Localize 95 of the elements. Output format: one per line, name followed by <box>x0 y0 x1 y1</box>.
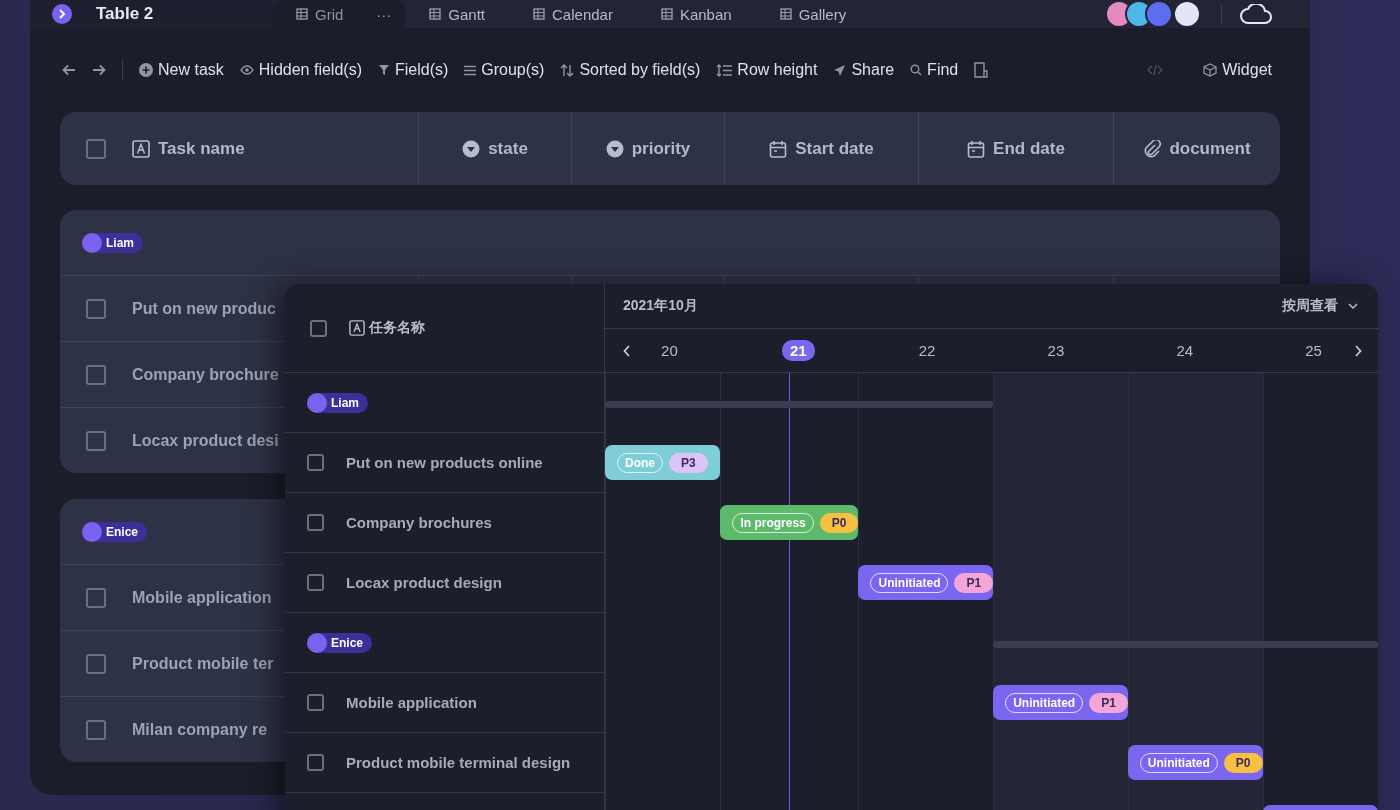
chevron-down-icon <box>1348 303 1358 309</box>
checkbox[interactable] <box>86 364 106 385</box>
view-tab[interactable]: Gallery <box>755 0 871 28</box>
paperclip-icon <box>1143 139 1162 158</box>
priority-tag: P0 <box>819 512 859 533</box>
table-cell: Product mobile ter <box>132 654 274 673</box>
column-header[interactable]: state <box>488 138 528 159</box>
task-bar[interactable]: Uninitiated P1 <box>993 685 1128 720</box>
view-tab[interactable]: Kanban <box>636 0 756 28</box>
calendar-icon <box>769 139 788 158</box>
month-label: 2021年10月 <box>623 297 698 315</box>
cube-icon <box>1203 63 1218 77</box>
priority-tag: P0 <box>1223 752 1263 773</box>
task-name: Put on new products online <box>346 454 543 471</box>
eye-icon <box>239 65 254 75</box>
text-field-icon <box>132 139 150 158</box>
chevron-right-icon[interactable] <box>1354 345 1362 357</box>
toolbar-button[interactable]: Sorted by field(s) <box>552 57 709 83</box>
column-header[interactable]: priority <box>631 138 691 159</box>
task-name: Mobile application <box>346 694 477 711</box>
plus-icon <box>139 63 153 77</box>
view-tab[interactable]: Gantt <box>405 0 510 28</box>
checkbox[interactable] <box>86 653 106 674</box>
checkbox[interactable] <box>86 719 106 740</box>
cloud-icon[interactable] <box>1221 4 1274 24</box>
day-label[interactable]: 24 <box>1168 340 1202 361</box>
task-name: Product mobile terminal design <box>346 754 571 771</box>
column-header[interactable]: Start date <box>795 138 874 159</box>
toolbar-button[interactable]: New task <box>131 57 232 83</box>
chevron-left-icon[interactable] <box>623 345 631 357</box>
checkbox[interactable] <box>307 574 324 591</box>
group-tag: Enice <box>307 632 372 653</box>
column-header[interactable]: End date <box>993 138 1065 159</box>
column-header[interactable]: document <box>1169 138 1251 159</box>
table-cell: Put on new produc <box>132 299 276 318</box>
toolbar-button[interactable]: Find <box>902 57 967 83</box>
sort-icon <box>560 63 575 77</box>
dropdown-icon <box>605 139 624 158</box>
day-label[interactable]: 25 <box>1297 340 1330 361</box>
task-name: Locax product design <box>346 574 502 591</box>
task-bar[interactable]: Uninitiated P1 <box>858 565 994 600</box>
checkbox[interactable] <box>86 430 106 451</box>
checkbox[interactable] <box>307 514 324 531</box>
task-bar[interactable]: Uninitiated P0 <box>1127 745 1263 780</box>
text-field-icon <box>349 320 365 336</box>
checkbox[interactable] <box>86 587 106 608</box>
checkbox[interactable] <box>307 754 324 771</box>
checkbox[interactable] <box>86 138 106 159</box>
send-icon <box>833 63 847 77</box>
toolbar-button[interactable]: Share <box>825 57 903 83</box>
table-cell: Locax product desi <box>132 431 279 450</box>
view-tab[interactable]: Calendar <box>509 0 637 28</box>
task-bar[interactable]: Done P3 <box>605 445 721 480</box>
priority-tag: P1 <box>954 572 994 593</box>
grid-icon <box>660 8 673 20</box>
day-label[interactable]: 21 <box>781 340 815 361</box>
row-height-icon <box>716 63 733 77</box>
toolbar-button[interactable]: Field(s) <box>369 57 457 83</box>
search-icon <box>910 64 923 76</box>
toolbar-button[interactable]: Row height <box>708 57 826 83</box>
more-button[interactable]: ··· <box>376 5 392 23</box>
table-cell: Milan company re <box>132 720 268 739</box>
priority-tag: P3 <box>669 452 708 473</box>
grid-icon <box>296 8 308 20</box>
table-icon <box>52 4 72 24</box>
grid-icon <box>779 8 792 20</box>
task-bar[interactable]: In progress P0 <box>720 505 859 540</box>
checkbox[interactable] <box>310 319 327 337</box>
grid-icon <box>429 8 442 20</box>
table-tab[interactable]: Table 2 <box>30 0 272 28</box>
task-name: Company brochures <box>346 514 492 531</box>
day-label[interactable]: 23 <box>1039 340 1073 361</box>
table-cell: Company brochure <box>132 365 279 384</box>
checkbox[interactable] <box>86 298 106 319</box>
day-label[interactable]: 22 <box>910 340 944 361</box>
table-cell: Mobile application <box>132 588 272 607</box>
toolbar-button[interactable]: Hidden field(s) <box>231 57 370 83</box>
view-tab[interactable]: Grid ··· <box>272 0 406 28</box>
column-header[interactable]: Task name <box>158 138 245 159</box>
dropdown-icon <box>462 139 481 158</box>
toolbar-button[interactable]: Widget <box>1195 57 1280 83</box>
day-label[interactable]: 20 <box>653 340 686 361</box>
toolbar-button[interactable]: Group(s) <box>456 57 553 83</box>
column-header[interactable]: 任务名称 <box>369 319 425 337</box>
group-tag: Liam <box>307 392 368 413</box>
list-icon <box>464 64 477 76</box>
group-tag: Liam <box>82 232 143 253</box>
checkbox[interactable] <box>307 694 324 711</box>
view-mode-dropdown[interactable]: 按周查看 <box>1276 296 1364 316</box>
group-tag: Enice <box>82 521 147 542</box>
grid-icon <box>533 8 546 20</box>
checkbox[interactable] <box>307 454 324 471</box>
filter-icon <box>377 64 390 76</box>
calendar-icon <box>967 139 986 158</box>
priority-tag: P1 <box>1089 692 1128 713</box>
